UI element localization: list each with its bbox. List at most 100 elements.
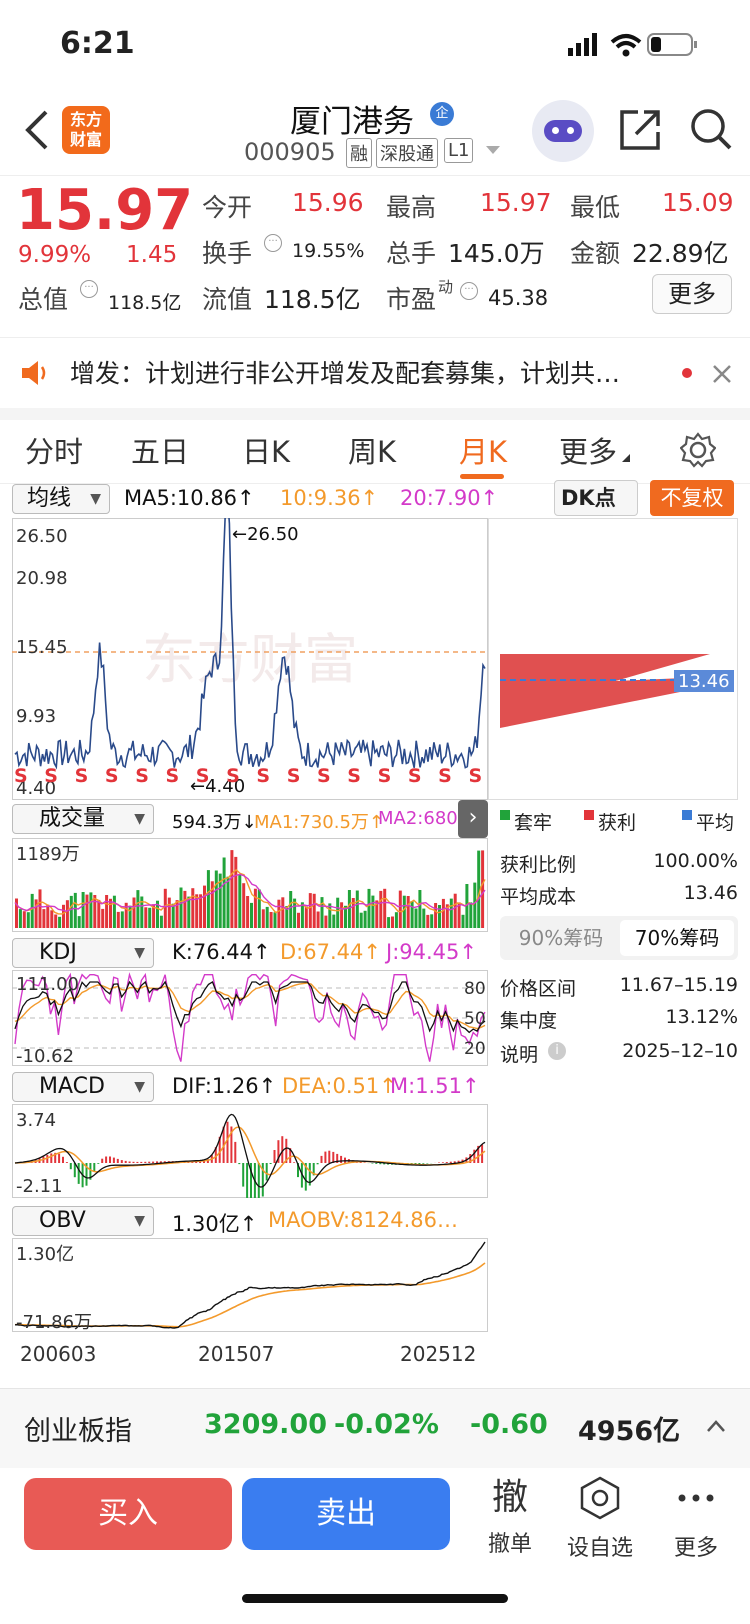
macd-dif: DIF:1.26↑ — [172, 1074, 277, 1098]
volume-bar — [222, 857, 226, 928]
volume-value: 594.3万↓ — [172, 812, 257, 833]
tab-intraday[interactable]: 分时 — [14, 420, 94, 484]
add-watchlist-label: 设自选 — [566, 1536, 633, 1561]
dk-point-button[interactable]: DK点 — [554, 480, 638, 516]
volume-bar — [46, 904, 50, 928]
volume-bar — [289, 891, 293, 928]
gear-icon[interactable] — [680, 432, 716, 468]
buy-button[interactable]: 买入 — [24, 1478, 232, 1550]
tab-daily-k[interactable]: 日K — [226, 420, 306, 484]
turnover-value: 19.55% — [292, 240, 365, 262]
high-label: 最高 — [386, 193, 437, 222]
tab-70-percent[interactable]: 70%筹码 — [620, 920, 734, 956]
macd-bar — [375, 1163, 378, 1164]
volume-bar — [379, 890, 383, 928]
tab-90-percent[interactable]: 90%筹码 — [504, 920, 618, 956]
volume-bar — [434, 903, 438, 928]
volume-bar — [148, 907, 152, 928]
info-icon[interactable]: ··· — [460, 282, 478, 300]
volume-bar — [214, 870, 218, 928]
price-chart[interactable]: 东方财富 26.50 20.98 15.45 9.93 4.40 ←26.50 … — [12, 518, 488, 800]
chevron-up-icon[interactable] — [706, 1419, 726, 1433]
expand-arrow-icon[interactable]: › — [458, 800, 488, 838]
macd-bar — [101, 1158, 104, 1163]
volume-bar — [418, 890, 422, 928]
obv-selector[interactable]: OBV ▼ — [12, 1206, 154, 1236]
volume-selector[interactable]: 成交量 ▼ — [12, 804, 154, 834]
index-percent: -0.02% — [334, 1409, 439, 1440]
battery-icon — [647, 33, 697, 56]
macd-bar — [265, 1163, 268, 1181]
info-icon[interactable]: i — [548, 1042, 566, 1060]
macd-bar — [426, 1163, 429, 1164]
amount-value: 22.89亿 — [632, 239, 729, 268]
close-icon[interactable] — [712, 364, 732, 384]
volume-bar — [183, 890, 187, 928]
chevron-left-icon[interactable] — [24, 110, 50, 150]
volume-bar — [422, 908, 426, 928]
concentration-label: 集中度 — [500, 1010, 558, 1032]
notice-bar[interactable]: 增发：计划进行非公开增发及配套募集，计划共… — [0, 338, 750, 408]
volume-bar — [179, 887, 183, 928]
ma10-value: 10:9.36↑ — [280, 486, 379, 510]
sell-button[interactable]: 卖出 — [242, 1478, 450, 1550]
volume-bar — [481, 850, 485, 928]
note-date: 2025–12–10 — [622, 1040, 738, 1062]
low-value: 15.09 — [662, 188, 734, 217]
volume-bar — [112, 895, 116, 928]
add-watchlist-button[interactable]: 设自选 — [558, 1476, 642, 1562]
volume-bar — [120, 911, 124, 928]
volume-bar — [355, 890, 359, 928]
ma5-value: MA5:10.86↑ — [124, 486, 255, 510]
legend-profit-swatch — [584, 810, 594, 820]
volume-bar — [410, 901, 414, 928]
robot-avatar-icon[interactable] — [532, 100, 594, 162]
volume-ma1: MA1:730.5万↑ — [254, 812, 384, 833]
caret-down-icon[interactable] — [486, 146, 500, 154]
chip-percent-toggle: 90%筹码 70%筹码 — [500, 916, 738, 960]
tab-five-day[interactable]: 五日 — [120, 420, 200, 484]
restore-rights-button[interactable]: 不复权 — [650, 480, 734, 516]
volume-bar — [359, 912, 363, 928]
info-icon[interactable]: ··· — [80, 280, 98, 298]
volume-bar — [261, 909, 265, 928]
enterprise-badge: 企 — [430, 102, 454, 126]
max-marker: ←26.50 — [232, 524, 299, 545]
cancel-order-button[interactable]: 撤 撤单 — [470, 1476, 550, 1558]
info-icon[interactable]: ··· — [264, 234, 282, 252]
volume-bar — [394, 912, 398, 928]
volume-bar — [203, 885, 206, 928]
search-icon[interactable] — [688, 106, 734, 152]
volume-bar — [340, 902, 344, 928]
more-quote-button[interactable]: 更多 — [652, 274, 732, 314]
price-range-value: 11.67–15.19 — [619, 974, 738, 996]
macd-bar — [152, 1161, 155, 1163]
tab-weekly-k[interactable]: 周K — [332, 420, 412, 484]
watermark-logo: 东方财富 — [142, 628, 358, 691]
kdj-selector[interactable]: KDJ ▼ — [12, 938, 154, 968]
index-ticker-bar[interactable]: 创业板指 3209.00 -0.02% -0.60 4956亿 — [0, 1388, 750, 1468]
macd-bar — [58, 1153, 61, 1163]
unread-dot — [682, 368, 692, 378]
macd-bar — [340, 1155, 343, 1163]
legend-trapped: 套牢 — [514, 812, 553, 834]
volume-bar — [38, 889, 42, 928]
macd-bar — [441, 1162, 444, 1163]
macd-selector[interactable]: MACD ▼ — [12, 1072, 154, 1102]
macd-bar — [93, 1163, 96, 1172]
volume-bar — [398, 890, 402, 928]
macd-bar — [116, 1158, 119, 1163]
obv-top-label: 1.30亿 — [16, 1244, 74, 1265]
more-actions-button[interactable]: 更多 — [656, 1476, 736, 1562]
avg-cost-row-label: 平均成本 — [500, 886, 577, 908]
wifi-icon — [610, 34, 642, 57]
macd-bar — [449, 1161, 452, 1163]
tab-more[interactable]: 更多 — [548, 420, 628, 484]
macd-bar — [445, 1162, 448, 1163]
macd-bar — [418, 1163, 421, 1164]
share-icon[interactable] — [618, 108, 662, 152]
change-value: 1.45 — [126, 242, 178, 268]
ma-selector[interactable]: 均线 ▼ — [12, 484, 110, 514]
volume-bar — [187, 896, 191, 928]
kdj-level-50: 50 — [464, 1009, 486, 1029]
